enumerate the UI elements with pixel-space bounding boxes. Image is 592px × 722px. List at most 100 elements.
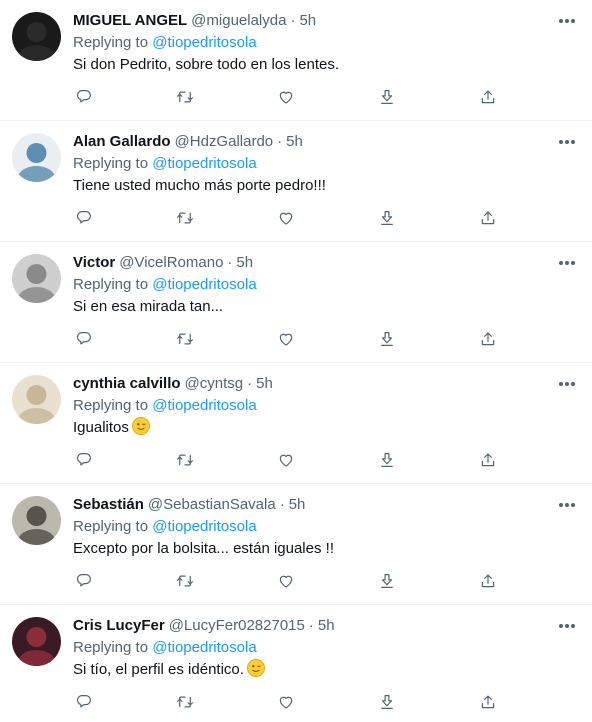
reply-icon[interactable] [73,570,95,592]
tweet-reply[interactable]: Victor @VicelRomano · 5h Replying to @tioped… [0,242,592,363]
timestamp[interactable]: 5h [299,12,316,29]
tweet-content: Sebastián @SebastianSavala · 5h Replying to … [73,494,578,560]
more-options-icon[interactable] [556,133,578,151]
replying-to: Replying to @tiopedritosola [73,32,578,53]
tweet-reply[interactable]: Cris LucyFer @LucyFer02827015 · 5h Replying … [0,605,592,722]
download-icon[interactable] [376,570,398,592]
avatar[interactable] [12,12,61,61]
display-name[interactable]: cynthia calvillo [73,375,181,392]
download-icon[interactable] [376,691,398,713]
tweet-text-line: Igualitos [73,417,578,439]
more-options-icon[interactable] [556,254,578,272]
tweet-content: Cris LucyFer @LucyFer02827015 · 5h Replying … [73,615,578,681]
replying-to-label: Replying to [73,34,149,51]
reply-feed: MIGUEL ANGEL @miguelalyda · 5h Replying to @… [0,0,592,722]
timestamp[interactable]: 5h [236,254,253,271]
mention-link[interactable]: @tiopedritosola [152,639,256,656]
avatar[interactable] [12,375,61,424]
more-options-icon[interactable] [556,617,578,635]
separator-dot: · [290,12,296,29]
replying-to-label: Replying to [73,518,149,535]
tweet-text: Si tío, el perfil es idéntico. [73,661,244,678]
tweet-reply[interactable]: MIGUEL ANGEL @miguelalyda · 5h Replying to @… [0,0,592,121]
retweet-icon[interactable] [174,449,196,471]
share-icon[interactable] [477,86,499,108]
user-handle[interactable]: @LucyFer02827015 [169,617,305,634]
reply-icon[interactable] [73,207,95,229]
replying-to: Replying to @tiopedritosola [73,395,578,416]
reply-icon[interactable] [73,449,95,471]
display-name[interactable]: Alan Gallardo [73,133,171,150]
retweet-icon[interactable] [174,207,196,229]
tweet-actions [73,570,513,592]
mention-link[interactable]: @tiopedritosola [152,397,256,414]
like-icon[interactable] [275,328,297,350]
more-options-icon[interactable] [556,12,578,30]
share-icon[interactable] [477,449,499,471]
display-name[interactable]: Sebastián [73,496,144,513]
separator-dot: · [308,617,314,634]
share-icon[interactable] [477,328,499,350]
share-icon[interactable] [477,691,499,713]
more-options-icon[interactable] [556,375,578,393]
tweet-reply[interactable]: Alan Gallardo @HdzGallardo · 5h Replying to … [0,121,592,242]
retweet-icon[interactable] [174,86,196,108]
user-handle[interactable]: @VicelRomano [119,254,223,271]
replying-to-label: Replying to [73,397,149,414]
share-icon[interactable] [477,570,499,592]
tweet-text-line: Excepto por la bolsita... están iguales … [73,538,578,560]
display-name[interactable]: Cris LucyFer [73,617,165,634]
tweet-text: Excepto por la bolsita... están iguales … [73,540,334,557]
avatar[interactable] [12,254,61,303]
tweet-reply[interactable]: cynthia calvillo @cyntsg · 5h Replying to @t… [0,363,592,484]
user-handle[interactable]: @SebastianSavala [148,496,276,513]
download-icon[interactable] [376,207,398,229]
more-options-icon[interactable] [556,496,578,514]
replying-to-label: Replying to [73,276,149,293]
avatar[interactable] [12,133,61,182]
like-icon[interactable] [275,449,297,471]
separator-dot: · [279,496,285,513]
tweet-actions [73,86,513,108]
timestamp[interactable]: 5h [286,133,303,150]
download-icon[interactable] [376,328,398,350]
timestamp[interactable]: 5h [289,496,306,513]
tweet-content: Alan Gallardo @HdzGallardo · 5h Replying to … [73,131,578,197]
mention-link[interactable]: @tiopedritosola [152,34,256,51]
like-icon[interactable] [275,207,297,229]
timestamp[interactable]: 5h [256,375,273,392]
mention-link[interactable]: @tiopedritosola [152,276,256,293]
user-handle[interactable]: @HdzGallardo [175,133,274,150]
tweet-text: Si en esa mirada tan... [73,298,224,315]
avatar[interactable] [12,617,61,666]
tweet-text: Si don Pedrito, sobre todo en los lentes… [73,56,340,73]
replying-to: Replying to @tiopedritosola [73,153,578,174]
mention-link[interactable]: @tiopedritosola [152,518,256,535]
like-icon[interactable] [275,691,297,713]
like-icon[interactable] [275,86,297,108]
tweet-header: Alan Gallardo @HdzGallardo · 5h [73,131,578,153]
reply-icon[interactable] [73,86,95,108]
tweet-header: Sebastián @SebastianSavala · 5h [73,494,578,516]
mention-link[interactable]: @tiopedritosola [152,155,256,172]
retweet-icon[interactable] [174,570,196,592]
reply-icon[interactable] [73,691,95,713]
retweet-icon[interactable] [174,328,196,350]
user-handle[interactable]: @miguelalyda [191,12,286,29]
like-icon[interactable] [275,570,297,592]
avatar[interactable] [12,496,61,545]
tweet-reply[interactable]: Sebastián @SebastianSavala · 5h Replying to … [0,484,592,605]
replying-to: Replying to @tiopedritosola [73,516,578,537]
reply-icon[interactable] [73,328,95,350]
display-name[interactable]: Victor [73,254,115,271]
download-icon[interactable] [376,449,398,471]
timestamp[interactable]: 5h [318,617,335,634]
share-icon[interactable] [477,207,499,229]
tweet-header: cynthia calvillo @cyntsg · 5h [73,373,578,395]
retweet-icon[interactable] [174,691,196,713]
display-name[interactable]: MIGUEL ANGEL [73,12,187,29]
download-icon[interactable] [376,86,398,108]
tweet-header: Cris LucyFer @LucyFer02827015 · 5h [73,615,578,637]
user-handle[interactable]: @cyntsg [185,375,244,392]
tweet-actions [73,207,513,229]
